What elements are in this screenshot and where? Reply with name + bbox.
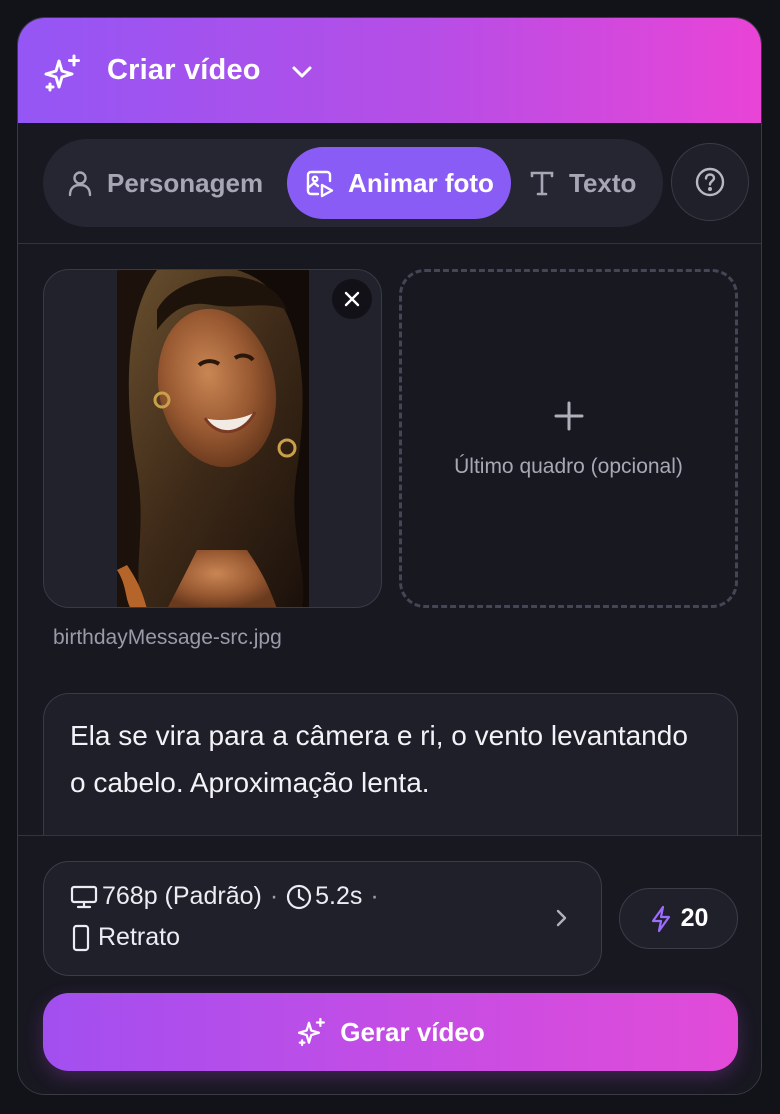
sparkles-icon (44, 54, 80, 92)
help-button[interactable] (671, 143, 749, 221)
close-icon (344, 291, 360, 307)
separator: · (370, 882, 379, 910)
generate-video-button[interactable]: Gerar vídeo (43, 993, 738, 1071)
tab-personagem[interactable]: Personagem (65, 147, 263, 219)
last-frame-dropzone[interactable]: Último quadro (opcional) (399, 269, 738, 608)
lightning-icon (651, 905, 670, 932)
chevron-down-icon[interactable] (288, 58, 316, 86)
monitor-icon (70, 885, 98, 908)
first-frame-card[interactable] (43, 269, 382, 608)
credits-count: 20 (680, 904, 709, 932)
prompt-text: Ela se vira para a câmera e ri, o vento … (70, 720, 688, 798)
mode-tabs: Personagem Animar foto Texto (43, 139, 663, 227)
question-circle-icon (695, 167, 725, 197)
remove-photo-button[interactable] (332, 279, 372, 319)
file-name: birthdayMessage-src.jpg (53, 626, 282, 649)
divider (18, 835, 761, 836)
panel-header[interactable]: Criar vídeo (18, 18, 761, 123)
image-play-icon (306, 170, 334, 198)
create-video-panel: Criar vídeo Personagem Animar foto Texto… (17, 17, 762, 1095)
sparkles-icon (298, 1017, 326, 1047)
credits-badge[interactable]: 20 (619, 888, 738, 949)
page-title: Criar vídeo (107, 54, 261, 86)
person-icon (68, 171, 92, 197)
tab-label: Texto (569, 167, 637, 198)
tab-animar-foto[interactable]: Animar foto (287, 147, 511, 219)
tab-label: Personagem (107, 167, 264, 198)
phone-portrait-icon (72, 924, 90, 951)
generate-label: Gerar vídeo (340, 1016, 485, 1047)
resolution-value: 768p (Padrão) (102, 882, 262, 910)
last-frame-hint: Último quadro (opcional) (454, 455, 683, 478)
settings-line: 768p (Padrão) · 5.2s · (70, 882, 387, 911)
plus-icon (554, 401, 584, 431)
duration-value: 5.2s (315, 882, 363, 910)
settings-line: Retrato (70, 923, 180, 952)
orientation-value: Retrato (98, 923, 180, 951)
text-t-icon (530, 171, 554, 196)
tab-texto[interactable]: Texto (527, 147, 636, 219)
divider (18, 243, 761, 244)
separator: · (269, 882, 279, 910)
tab-label: Animar foto (348, 167, 494, 198)
uploaded-photo (117, 270, 309, 607)
chevron-right-icon (556, 909, 567, 927)
clock-icon (287, 884, 312, 909)
video-settings-button[interactable]: 768p (Padrão) · 5.2s · Retrato (43, 861, 602, 976)
